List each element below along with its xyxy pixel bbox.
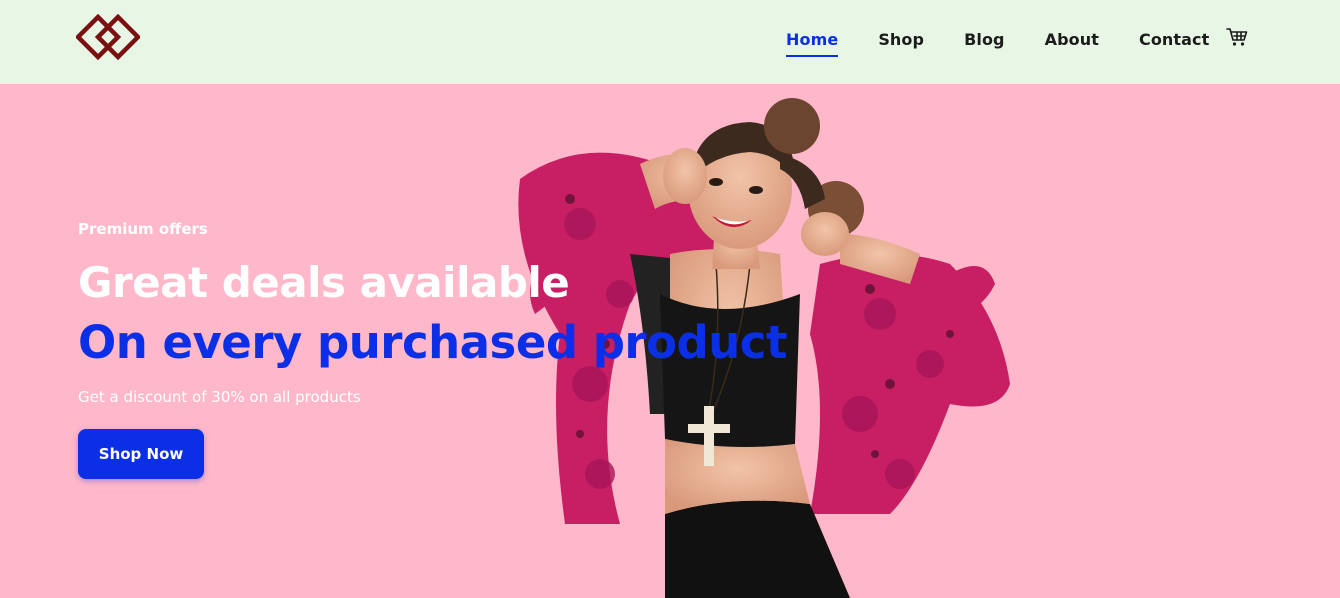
hero-banner: Premium offers Great deals available On … — [0, 84, 1340, 598]
hero-subtext: Get a discount of 30% on all products — [78, 388, 361, 406]
nav-blog-link[interactable]: Blog — [964, 30, 1005, 49]
shop-now-button[interactable]: Shop Now — [78, 429, 204, 479]
site-header: Home Shop Blog About Contact — [0, 0, 1340, 84]
nav-contact-link[interactable]: Contact — [1139, 30, 1209, 49]
hero-eyebrow: Premium offers — [78, 220, 208, 238]
nav-home-link[interactable]: Home — [786, 30, 839, 57]
shopping-cart-icon[interactable] — [1226, 27, 1248, 47]
hero-headline-line-2: On every purchased product — [78, 316, 787, 369]
nav-about-link[interactable]: About — [1045, 30, 1099, 49]
hero-headline-line-1: Great deals available — [78, 258, 570, 307]
diamond-chain-logo-icon[interactable] — [76, 14, 140, 60]
main-nav: Home Shop Blog About Contact — [786, 30, 1249, 57]
nav-shop-link[interactable]: Shop — [878, 30, 924, 49]
